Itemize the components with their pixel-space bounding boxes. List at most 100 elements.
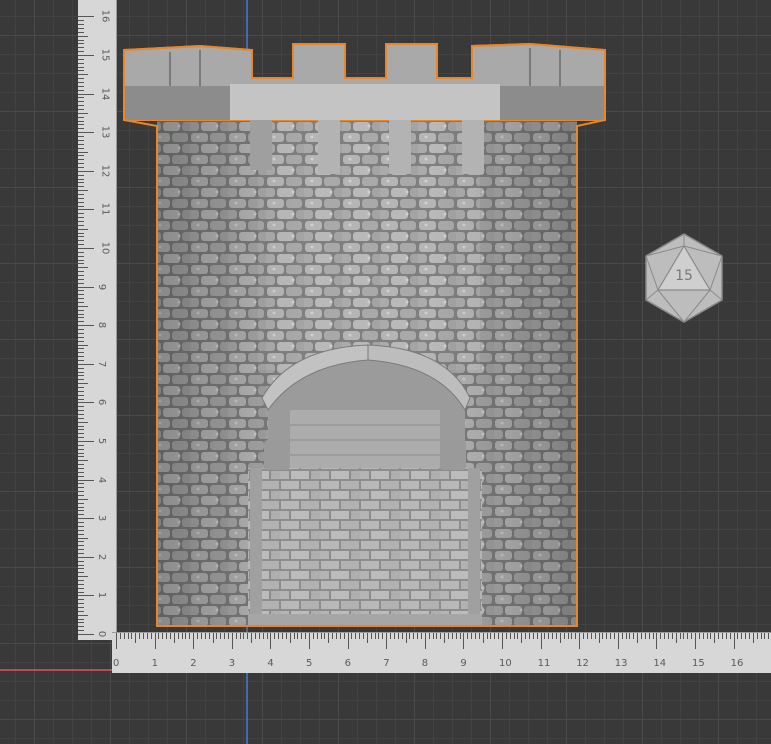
ruler-tick bbox=[78, 193, 84, 195]
vertical-ruler-label: 14 bbox=[99, 87, 111, 100]
ruler-tick bbox=[78, 248, 94, 249]
ruler-tick bbox=[200, 633, 202, 639]
ruler-tick bbox=[436, 633, 438, 639]
ruler-tick bbox=[675, 633, 677, 643]
ruler-tick bbox=[116, 633, 117, 649]
ruler-tick bbox=[536, 633, 538, 639]
ruler-tick bbox=[78, 603, 84, 605]
ruler-tick bbox=[170, 633, 172, 639]
ruler-tick bbox=[274, 633, 276, 639]
ruler-tick bbox=[343, 633, 345, 639]
ruler-tick bbox=[78, 220, 84, 222]
ruler-tick bbox=[135, 633, 137, 643]
ruler-tick bbox=[78, 105, 84, 107]
ruler-tick bbox=[123, 633, 125, 639]
ruler-tick bbox=[78, 487, 84, 489]
ruler-tick bbox=[78, 27, 84, 29]
ruler-tick bbox=[505, 633, 507, 639]
ruler-tick bbox=[78, 541, 84, 543]
ruler-tick bbox=[146, 633, 148, 639]
ruler-tick bbox=[78, 595, 94, 597]
ruler-tick bbox=[78, 309, 84, 311]
horizontal-ruler-label: 3 bbox=[228, 658, 236, 669]
ruler-tick bbox=[78, 163, 84, 165]
ruler-tick bbox=[706, 633, 708, 639]
ruler-tick bbox=[78, 506, 84, 508]
ruler-tick bbox=[78, 244, 84, 246]
vertical-ruler-label: 10 bbox=[99, 241, 111, 255]
ruler-tick bbox=[374, 633, 376, 639]
ruler-tick bbox=[78, 437, 84, 439]
ruler-tick bbox=[78, 510, 84, 512]
vertical-ruler-label: 11 bbox=[99, 203, 111, 216]
vertical-ruler-label: 0 bbox=[96, 630, 108, 638]
ruler-tick bbox=[625, 633, 627, 639]
horizontal-ruler-label: 15 bbox=[692, 658, 705, 669]
ruler-tick bbox=[139, 633, 141, 639]
3d-viewport[interactable]: 15 0 1 2 3 4 5 6 7 8 9 10 11 12 13 14 15 16 0 1 2 3 4 5 6 7 8 9 10… bbox=[0, 0, 771, 744]
vertical-ruler-label: 5 bbox=[96, 437, 108, 445]
ruler-tick bbox=[656, 633, 658, 649]
ruler-tick bbox=[78, 128, 84, 130]
ruler-tick bbox=[224, 633, 226, 639]
ruler-tick bbox=[78, 398, 84, 400]
ruler-tick bbox=[679, 633, 681, 639]
vertical-ruler-label: 4 bbox=[96, 476, 108, 483]
vertical-ruler-label: 8 bbox=[96, 322, 108, 329]
ruler-tick bbox=[78, 630, 84, 632]
d20-die-model[interactable]: 15 bbox=[640, 232, 728, 324]
ruler-tick bbox=[455, 633, 457, 639]
ruler-tick bbox=[424, 633, 426, 649]
horizontal-ruler[interactable]: 0 1 2 3 4 5 6 7 8 9 10 11 12 13 14 15 16 bbox=[112, 632, 771, 673]
ruler-tick bbox=[204, 633, 206, 639]
ruler-tick bbox=[78, 166, 84, 168]
horizontal-ruler-label: 0 bbox=[113, 658, 120, 669]
ruler-tick bbox=[78, 325, 94, 327]
ruler-tick bbox=[78, 228, 88, 230]
ruler-tick bbox=[78, 159, 84, 161]
ruler-tick bbox=[177, 633, 179, 639]
ruler-tick bbox=[521, 633, 523, 643]
ruler-tick bbox=[575, 633, 577, 639]
ruler-tick bbox=[702, 633, 704, 639]
ruler-tick bbox=[78, 132, 94, 134]
ruler-tick bbox=[687, 633, 689, 639]
ruler-tick bbox=[498, 633, 500, 639]
ruler-tick bbox=[764, 633, 766, 639]
ruler-tick bbox=[78, 634, 94, 635]
ruler-tick bbox=[78, 379, 84, 381]
ruler-tick bbox=[78, 209, 94, 211]
vertical-ruler-label: 6 bbox=[96, 399, 108, 406]
ruler-tick bbox=[285, 633, 287, 639]
ruler-tick bbox=[444, 633, 446, 643]
ruler-tick bbox=[281, 633, 283, 639]
ruler-tick bbox=[78, 352, 84, 354]
ruler-tick bbox=[471, 633, 473, 639]
ruler-tick bbox=[78, 58, 84, 60]
ruler-tick bbox=[78, 217, 84, 219]
ruler-tick bbox=[664, 633, 666, 639]
ruler-tick bbox=[517, 633, 519, 639]
ruler-tick bbox=[78, 155, 84, 157]
ruler-tick bbox=[78, 70, 84, 72]
ruler-tick bbox=[254, 633, 256, 639]
ruler-tick bbox=[78, 413, 84, 415]
ruler-tick bbox=[393, 633, 395, 639]
ruler-tick bbox=[289, 633, 291, 643]
ruler-tick bbox=[189, 633, 191, 639]
ruler-tick bbox=[552, 633, 554, 639]
ruler-tick bbox=[583, 633, 585, 639]
ruler-tick bbox=[78, 545, 84, 547]
ruler-tick bbox=[247, 633, 249, 639]
ruler-tick bbox=[695, 633, 696, 649]
ruler-tick bbox=[760, 633, 762, 639]
ruler-tick bbox=[119, 633, 121, 639]
ruler-tick bbox=[78, 410, 84, 412]
ruler-tick bbox=[251, 633, 253, 643]
ruler-tick bbox=[78, 332, 84, 334]
ruler-tick bbox=[401, 633, 403, 639]
ruler-tick bbox=[78, 491, 84, 493]
ruler-tick bbox=[390, 633, 392, 639]
ruler-tick bbox=[78, 568, 84, 570]
vertical-ruler[interactable]: 0 1 2 3 4 5 6 7 8 9 10 11 12 13 14 15 16 bbox=[78, 0, 117, 640]
